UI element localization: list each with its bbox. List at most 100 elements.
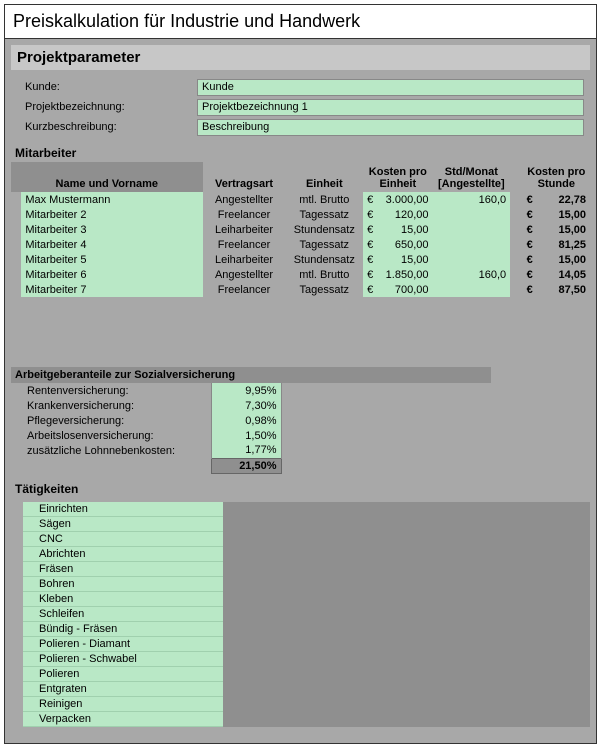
cell-kpe[interactable]: 650,00 xyxy=(376,237,433,252)
cell-vertrag: Freelancer xyxy=(203,237,286,252)
list-item[interactable]: Einrichten xyxy=(23,502,223,517)
cell-euro2: € xyxy=(523,237,533,252)
taetigkeiten-block: Tätigkeiten EinrichtenSägenCNCAbrichtenF… xyxy=(11,480,590,737)
cell-name[interactable]: Mitarbeiter 7 xyxy=(21,282,202,297)
cell-euro: € xyxy=(363,252,375,267)
soz-value[interactable]: 1,77% xyxy=(211,443,281,458)
cell-kpe[interactable]: 15,00 xyxy=(376,252,433,267)
cell-einheit: Tagessatz xyxy=(285,282,363,297)
list-item[interactable]: Bündig - Fräsen xyxy=(23,622,223,637)
table-header-row: Name und Vorname Vertragsart Einheit Kos… xyxy=(11,162,590,192)
cell-vertrag: Leiharbeiter xyxy=(203,252,286,267)
table-row: Mitarbeiter 5LeiharbeiterStundensatz€15,… xyxy=(11,252,590,267)
th-einheit: Einheit xyxy=(285,162,363,192)
cell-euro2: € xyxy=(523,192,533,207)
cell-kpe[interactable]: 3.000,00 xyxy=(376,192,433,207)
param-row-kunde: Kunde: Kunde xyxy=(17,78,584,96)
cell-euro: € xyxy=(363,237,375,252)
table-row: Mitarbeiter 2FreelancerTagessatz€120,00€… xyxy=(11,207,590,222)
cell-std[interactable] xyxy=(433,237,511,252)
cell-vertrag: Angestellter xyxy=(203,267,286,282)
cell-kps: 14,05 xyxy=(533,267,590,282)
section-header-taetigkeiten: Tätigkeiten xyxy=(11,480,590,498)
cell-name[interactable]: Mitarbeiter 2 xyxy=(21,207,202,222)
cell-name[interactable]: Mitarbeiter 5 xyxy=(21,252,202,267)
cell-std[interactable]: 160,0 xyxy=(433,192,511,207)
table-row: Mitarbeiter 6Angestelltermtl. Brutto€1.8… xyxy=(11,267,590,282)
table-row: Max MustermannAngestelltermtl. Brutto€3.… xyxy=(11,192,590,207)
cell-std[interactable]: 160,0 xyxy=(433,267,511,282)
list-item[interactable]: Bohren xyxy=(23,577,223,592)
cell-vertrag: Angestellter xyxy=(203,192,286,207)
mitarbeiter-table: Name und Vorname Vertragsart Einheit Kos… xyxy=(11,162,590,297)
taetigkeiten-list: EinrichtenSägenCNCAbrichtenFräsenBohrenK… xyxy=(23,502,223,727)
param-label: Kurzbeschreibung: xyxy=(17,121,197,133)
cell-euro2: € xyxy=(523,207,533,222)
main-panel: Projektparameter Kunde: Kunde Projektbez… xyxy=(5,39,596,743)
cell-kpe[interactable]: 700,00 xyxy=(376,282,433,297)
param-label: Kunde: xyxy=(17,81,197,93)
section-header-project: Projektparameter xyxy=(11,45,590,70)
cell-std[interactable] xyxy=(433,282,511,297)
soz-row: Pflegeversicherung:0,98% xyxy=(11,413,281,428)
soz-label: zusätzliche Lohnnebenkosten: xyxy=(11,443,211,458)
list-item[interactable]: Kleben xyxy=(23,592,223,607)
cell-name[interactable]: Mitarbeiter 6 xyxy=(21,267,202,282)
project-params-block: Kunde: Kunde Projektbezeichnung: Projekt… xyxy=(11,74,590,144)
cell-name[interactable]: Mitarbeiter 4 xyxy=(21,237,202,252)
cell-euro: € xyxy=(363,267,375,282)
soz-total-row: 21,50% xyxy=(11,458,281,473)
list-item[interactable]: Reinigen xyxy=(23,697,223,712)
document-frame: Preiskalkulation für Industrie und Handw… xyxy=(4,4,597,744)
cell-kpe[interactable]: 15,00 xyxy=(376,222,433,237)
soz-row: Rentenversicherung:9,95% xyxy=(11,383,281,398)
cell-kps: 87,50 xyxy=(533,282,590,297)
soz-value[interactable]: 9,95% xyxy=(211,383,281,398)
cell-std[interactable] xyxy=(433,207,511,222)
soz-value[interactable]: 0,98% xyxy=(211,413,281,428)
cell-vertrag: Leiharbeiter xyxy=(203,222,286,237)
soz-label: Arbeitslosenversicherung: xyxy=(11,428,211,443)
table-row: Mitarbeiter 3LeiharbeiterStundensatz€15,… xyxy=(11,222,590,237)
list-item[interactable]: Abrichten xyxy=(23,547,223,562)
cell-std[interactable] xyxy=(433,222,511,237)
cell-euro: € xyxy=(363,207,375,222)
list-item[interactable]: CNC xyxy=(23,532,223,547)
soz-table: Rentenversicherung:9,95%Krankenversicher… xyxy=(11,383,282,474)
cell-vertrag: Freelancer xyxy=(203,282,286,297)
cell-euro: € xyxy=(363,192,375,207)
cell-vertrag: Freelancer xyxy=(203,207,286,222)
soz-value[interactable]: 7,30% xyxy=(211,398,281,413)
cell-kps: 15,00 xyxy=(533,222,590,237)
list-item[interactable]: Polieren - Schwabel xyxy=(23,652,223,667)
th-name: Name und Vorname xyxy=(11,162,203,192)
cell-kpe[interactable]: 120,00 xyxy=(376,207,433,222)
cell-euro2: € xyxy=(523,282,533,297)
th-vertrag: Vertragsart xyxy=(203,162,286,192)
list-item[interactable]: Polieren - Diamant xyxy=(23,637,223,652)
param-value-kurz[interactable]: Beschreibung xyxy=(197,119,584,136)
th-kosten-einheit: Kosten pro Einheit xyxy=(363,162,432,192)
list-item[interactable]: Polieren xyxy=(23,667,223,682)
cell-name[interactable]: Max Mustermann xyxy=(21,192,202,207)
soz-label: Krankenversicherung: xyxy=(11,398,211,413)
cell-std[interactable] xyxy=(433,252,511,267)
section-header-soz: Arbeitgeberanteile zur Sozialversicherun… xyxy=(11,367,491,383)
param-label: Projektbezeichnung: xyxy=(17,101,197,113)
list-item[interactable]: Entgraten xyxy=(23,682,223,697)
cell-euro2: € xyxy=(523,267,533,282)
param-value-projekt[interactable]: Projektbezeichnung 1 xyxy=(197,99,584,116)
param-value-kunde[interactable]: Kunde xyxy=(197,79,584,96)
param-row-projekt: Projektbezeichnung: Projektbezeichnung 1 xyxy=(17,98,584,116)
cell-kpe[interactable]: 1.850,00 xyxy=(376,267,433,282)
th-kosten-stunde: Kosten pro Stunde xyxy=(523,162,590,192)
cell-name[interactable]: Mitarbeiter 3 xyxy=(21,222,202,237)
list-item[interactable]: Schleifen xyxy=(23,607,223,622)
cell-kps: 15,00 xyxy=(533,252,590,267)
table-row: Mitarbeiter 4FreelancerTagessatz€650,00€… xyxy=(11,237,590,252)
soz-value[interactable]: 1,50% xyxy=(211,428,281,443)
cell-einheit: mtl. Brutto xyxy=(285,267,363,282)
cell-einheit: mtl. Brutto xyxy=(285,192,363,207)
list-item[interactable]: Sägen xyxy=(23,517,223,532)
list-item[interactable]: Fräsen xyxy=(23,562,223,577)
